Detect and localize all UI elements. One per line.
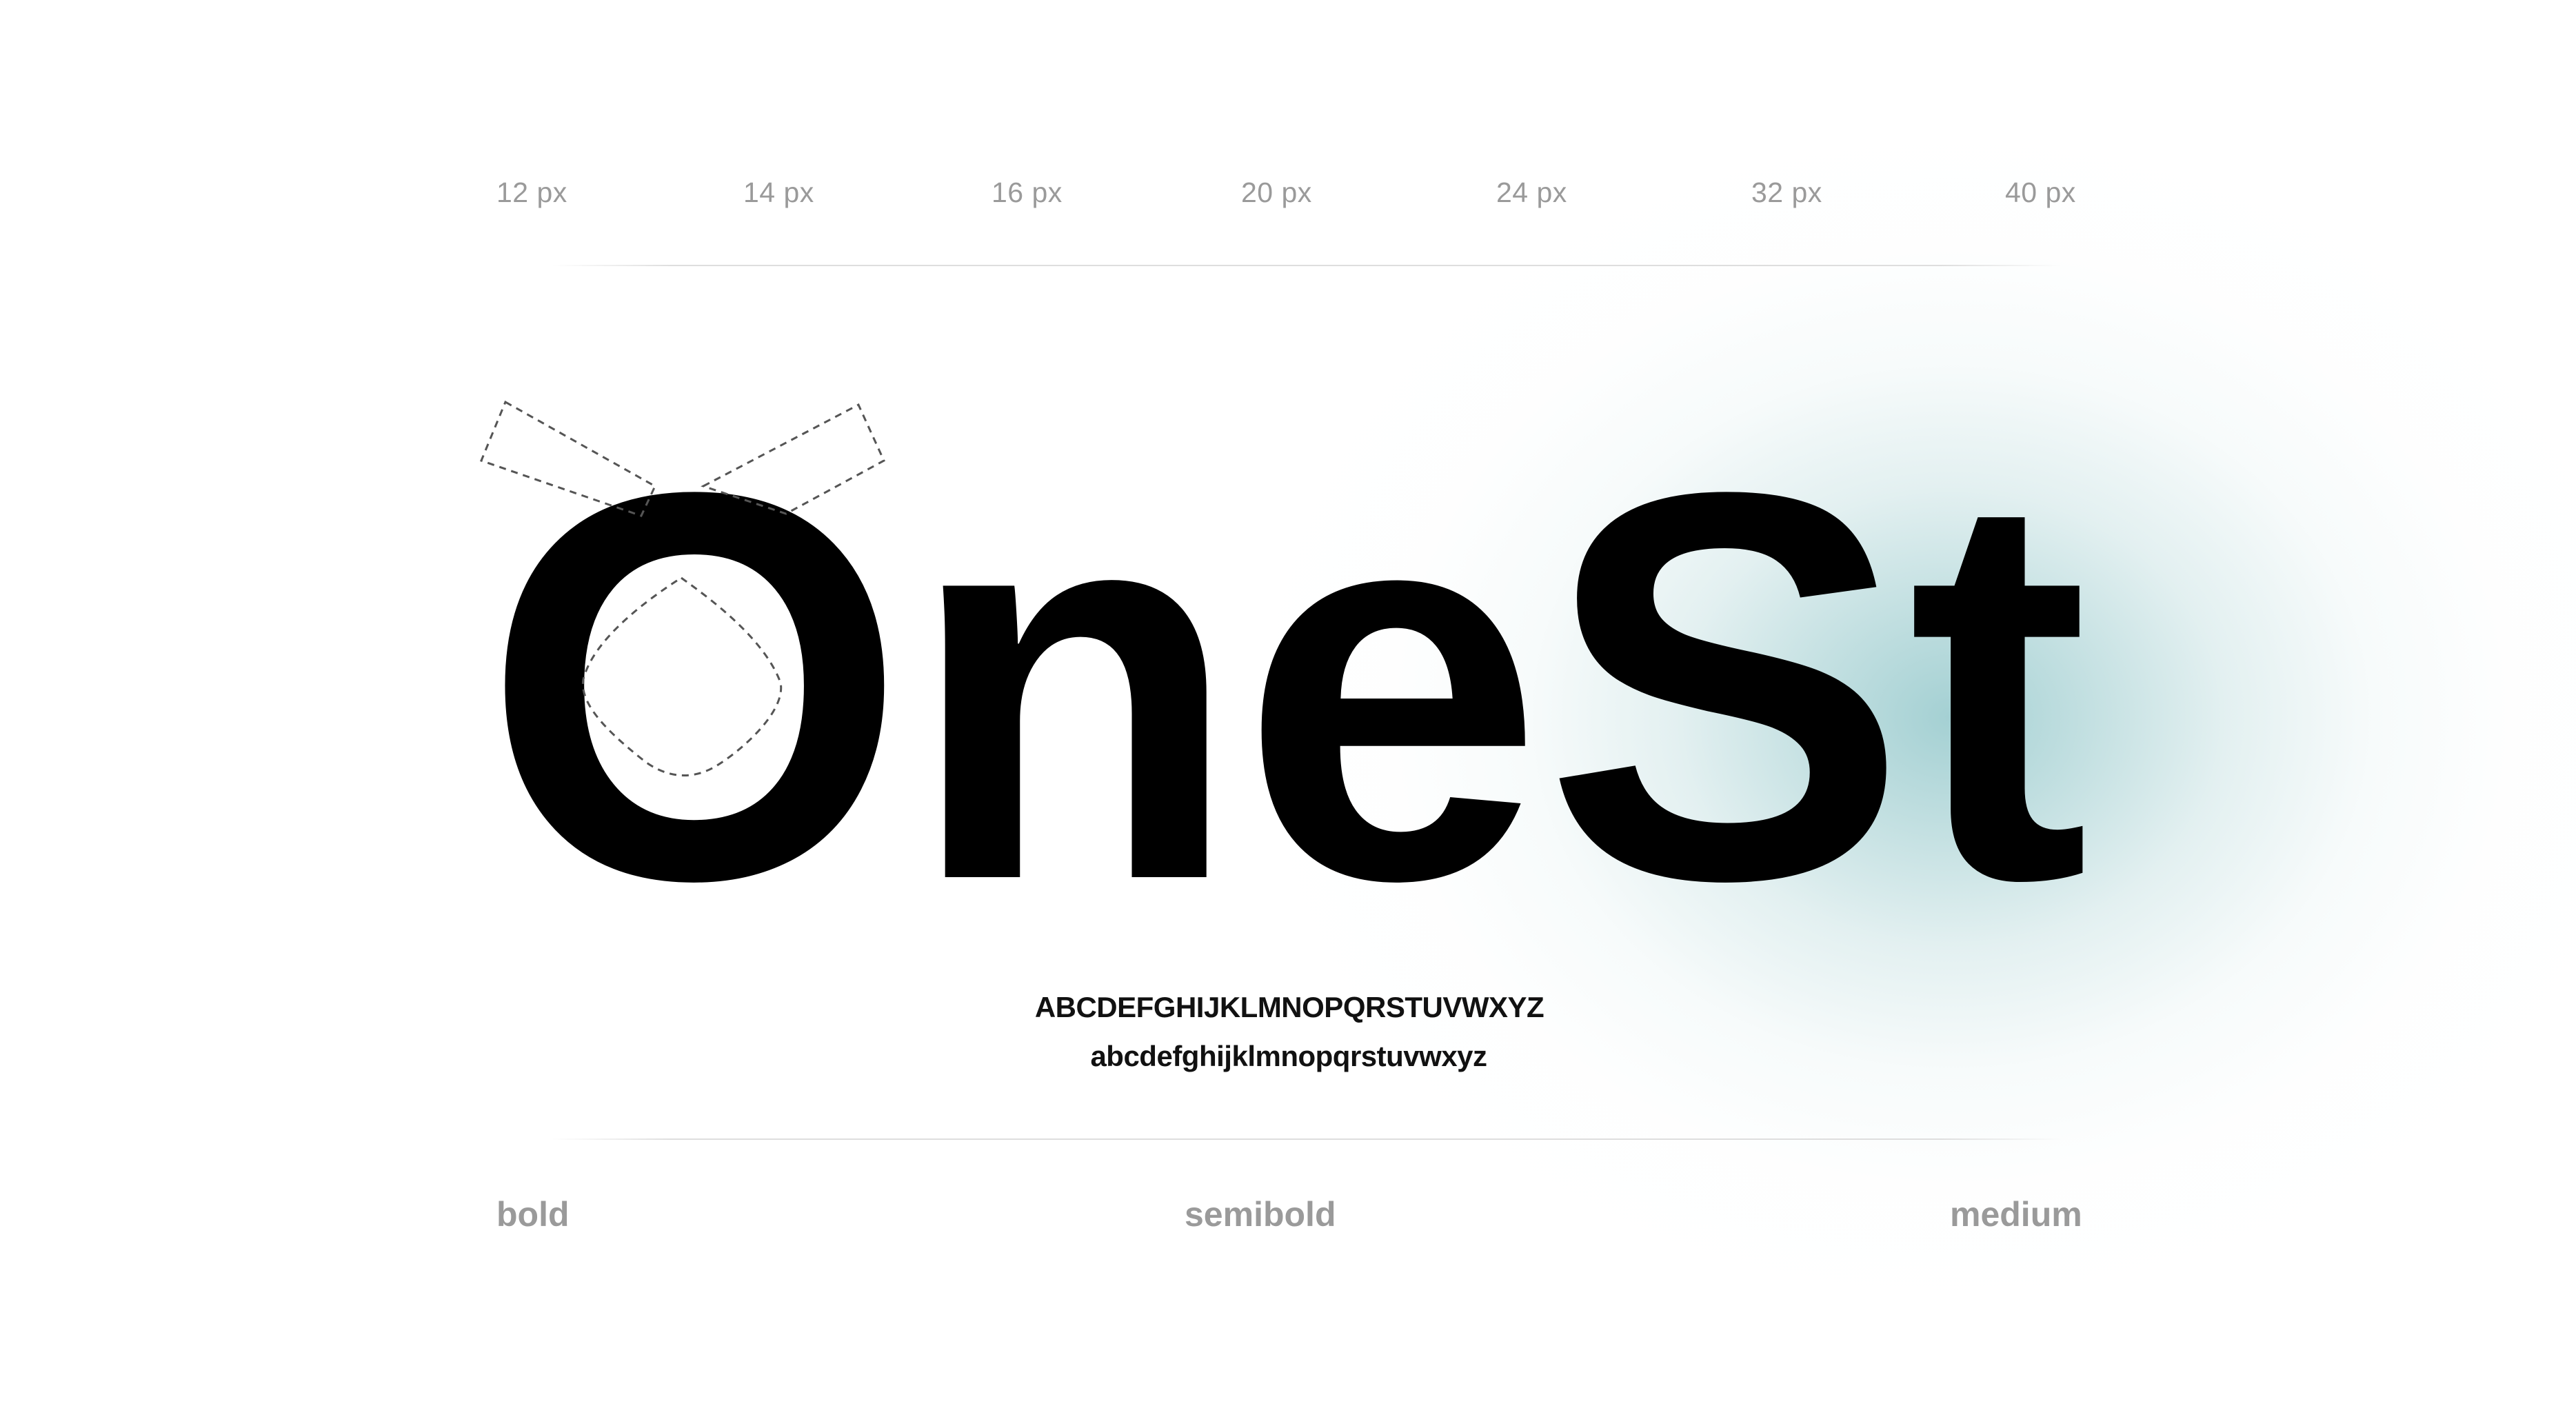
size-label: 16 px (992, 177, 1063, 208)
size-scale-row: 12 px 14 px 16 px 20 px 24 px 32 px 40 p… (0, 177, 2576, 218)
top-divider (552, 265, 2062, 266)
wordmark-onest: OneSt (480, 378, 2137, 994)
size-label: 20 px (1241, 177, 1312, 208)
size-label: 24 px (1496, 177, 1567, 208)
weight-label-bold: bold (496, 1195, 570, 1234)
weight-label-semibold: semibold (1185, 1195, 1336, 1234)
bottom-divider (552, 1138, 2062, 1140)
wordmark-glyph-o: OneSt (483, 378, 2089, 994)
weight-label-medium: medium (1950, 1195, 2082, 1234)
size-label: 32 px (1751, 177, 1822, 208)
lowercase-alphabet: abcdefghijklmnopqrstuvwxyz (1090, 1040, 1487, 1072)
size-label: 12 px (496, 177, 567, 208)
size-label: 14 px (743, 177, 814, 208)
uppercase-alphabet: ABCDEFGHIJKLMNOPQRSTUVWXYZ (1034, 991, 1544, 1023)
size-label: 40 px (2005, 177, 2076, 208)
